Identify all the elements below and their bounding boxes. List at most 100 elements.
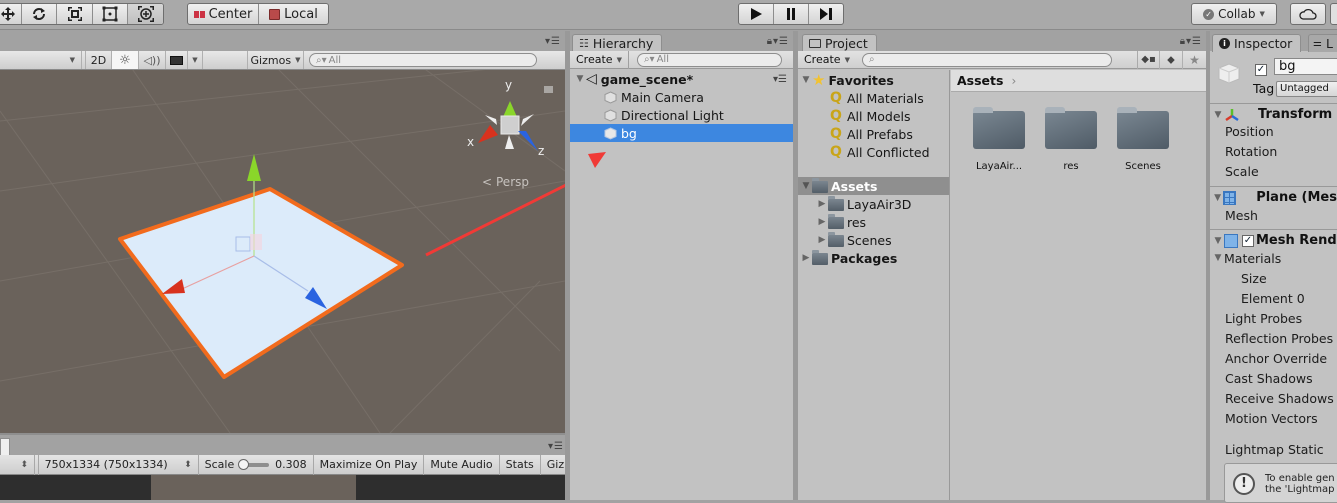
- aspect-dropdown[interactable]: 750x1334 (750x1334) ⬍: [39, 454, 199, 475]
- breadcrumb-assets[interactable]: Assets: [957, 73, 1003, 88]
- asset-folder-row[interactable]: ▶ res: [798, 213, 949, 231]
- expand-triangle-icon[interactable]: ▼: [1212, 110, 1224, 120]
- pivot-center-button[interactable]: Center: [188, 4, 259, 24]
- expand-triangle-icon[interactable]: ▼: [574, 74, 586, 84]
- materials-size-field[interactable]: Size: [1210, 268, 1337, 288]
- scene-search-input[interactable]: ⌕▾ All: [309, 53, 537, 67]
- mesh-renderer-enabled-checkbox[interactable]: ✓: [1242, 234, 1254, 247]
- pivot-local-button[interactable]: Local: [259, 4, 328, 24]
- material-element-field[interactable]: Element 0: [1210, 288, 1337, 308]
- expand-triangle-icon[interactable]: ▼: [1212, 193, 1223, 203]
- expand-triangle-icon[interactable]: ▼: [800, 181, 812, 191]
- active-checkbox[interactable]: ✓: [1255, 61, 1267, 76]
- rotation-field[interactable]: Rotation: [1210, 141, 1337, 161]
- favorite-button[interactable]: ★: [1183, 51, 1206, 69]
- display-dropdown[interactable]: ⬍: [0, 454, 35, 475]
- favorite-item[interactable]: Q All Materials: [798, 89, 949, 107]
- shading-mode-dropdown[interactable]: ▼: [0, 51, 82, 69]
- assets-root-row[interactable]: ▼ Assets: [798, 177, 949, 195]
- favorite-item[interactable]: Q All Conflicted: [798, 143, 949, 161]
- view-orientation-gizmo[interactable]: [478, 101, 538, 151]
- scale-tool-button[interactable]: [57, 4, 93, 24]
- reflection-probes-field[interactable]: Reflection Probes: [1210, 328, 1337, 348]
- collab-dropdown[interactable]: ✓ Collab ▼: [1191, 3, 1277, 25]
- cloud-button[interactable]: [1290, 3, 1326, 25]
- scene-view[interactable]: y x z Persp <: [0, 51, 565, 433]
- collapsed-triangle-icon[interactable]: ▶: [816, 199, 828, 209]
- transform-tool-button[interactable]: [128, 4, 163, 24]
- position-field[interactable]: Position: [1210, 121, 1337, 141]
- grid-folder-item[interactable]: res: [1041, 107, 1101, 172]
- tab-inspector[interactable]: i Inspector: [1212, 34, 1302, 52]
- y-axis-handle[interactable]: [247, 154, 261, 181]
- stats-toggle[interactable]: Stats: [500, 454, 541, 475]
- hierarchy-create-button[interactable]: Create ▼: [570, 50, 629, 69]
- game-gizmos-dropdown[interactable]: Gizmos: [541, 454, 568, 475]
- lock-menu-icon[interactable]: 🔒︎▾☰: [1180, 36, 1202, 47]
- packages-row[interactable]: ▶ Packages: [798, 249, 949, 267]
- asset-folder-row[interactable]: ▶ LayaAir3D: [798, 195, 949, 213]
- 2d-toggle[interactable]: 2D: [86, 51, 112, 69]
- effects-dropdown[interactable]: ▼: [188, 51, 203, 69]
- materials-foldout[interactable]: ▼ Materials: [1210, 248, 1337, 268]
- scale-slider[interactable]: [238, 458, 270, 470]
- expand-triangle-icon[interactable]: ▼: [800, 75, 812, 85]
- hierarchy-search-input[interactable]: ⌕▾ All: [636, 52, 782, 67]
- asset-folder-row[interactable]: ▶ Scenes: [798, 231, 949, 249]
- filter-by-type-button[interactable]: ◆▪: [1137, 50, 1160, 69]
- pause-icon: [787, 8, 795, 20]
- grid-folder-item[interactable]: LayaAir...: [969, 107, 1029, 172]
- favorites-row[interactable]: ▼ ★ Favorites: [798, 71, 949, 89]
- hierarchy-item[interactable]: Directional Light: [570, 106, 793, 124]
- pause-button[interactable]: [774, 4, 809, 24]
- step-button[interactable]: [809, 4, 843, 24]
- lightmap-static-field[interactable]: Lightmap Static: [1210, 439, 1337, 459]
- audio-toggle[interactable]: ◁)): [139, 51, 166, 69]
- lighting-toggle[interactable]: ☼: [112, 51, 139, 69]
- collapsed-triangle-icon[interactable]: ▶: [816, 217, 828, 227]
- maximize-on-play-toggle[interactable]: Maximize On Play: [314, 454, 425, 475]
- favorite-item[interactable]: Q All Models: [798, 107, 949, 125]
- light-probes-field[interactable]: Light Probes: [1210, 308, 1337, 328]
- rotate-tool-button[interactable]: [22, 4, 58, 24]
- filter-by-label-button[interactable]: ⬥: [1160, 50, 1183, 69]
- chevron-right-icon: ›: [1011, 73, 1017, 88]
- move-tool-button[interactable]: [0, 4, 22, 24]
- panel-menu-icon[interactable]: ▾☰: [545, 36, 561, 47]
- lock-menu-icon[interactable]: 🔒︎▾☰: [767, 36, 789, 47]
- tab-hierarchy[interactable]: ☷ Hierarchy: [572, 34, 663, 52]
- game-view[interactable]: [0, 475, 568, 500]
- project-create-button[interactable]: Create ▼: [798, 51, 856, 69]
- motion-vectors-field[interactable]: Motion Vectors: [1210, 408, 1337, 428]
- project-search-input[interactable]: ⌕: [861, 52, 1112, 67]
- scene-root-row[interactable]: ▼ ◁ game_scene* ▾☰: [570, 70, 793, 88]
- tab-lighting[interactable]: ⚌ L: [1308, 34, 1337, 52]
- panel-menu-icon[interactable]: ▾☰: [548, 441, 564, 452]
- mesh-field[interactable]: Mesh: [1210, 205, 1337, 225]
- cast-shadows-field[interactable]: Cast Shadows: [1210, 368, 1337, 388]
- account-button[interactable]: [1330, 3, 1337, 25]
- mute-audio-toggle[interactable]: Mute Audio: [424, 454, 500, 475]
- gizmos-dropdown[interactable]: Gizmos ▼: [248, 51, 304, 69]
- gizmo-y-label: y: [505, 78, 512, 92]
- hierarchy-item[interactable]: Main Camera: [570, 88, 793, 106]
- tag-dropdown[interactable]: Untagged: [1276, 81, 1337, 97]
- collapsed-triangle-icon[interactable]: ▶: [800, 253, 812, 263]
- persp-label[interactable]: Persp: [496, 175, 529, 189]
- grid-folder-item[interactable]: Scenes: [1113, 107, 1173, 172]
- lock-icon[interactable]: [544, 86, 553, 93]
- tab-project[interactable]: Project: [802, 34, 877, 52]
- effects-toggle[interactable]: [166, 51, 188, 69]
- object-name-input[interactable]: bg: [1274, 58, 1337, 75]
- anchor-override-field[interactable]: Anchor Override: [1210, 348, 1337, 368]
- scene-menu-icon[interactable]: ▾☰: [773, 74, 787, 85]
- scale-field[interactable]: Scale: [1210, 161, 1337, 181]
- play-button[interactable]: [739, 4, 774, 24]
- scale-slider-thumb[interactable]: [238, 458, 250, 470]
- rect-tool-button[interactable]: [93, 4, 129, 24]
- receive-shadows-field[interactable]: Receive Shadows: [1210, 388, 1337, 408]
- expand-triangle-icon[interactable]: ▼: [1212, 253, 1224, 263]
- expand-triangle-icon[interactable]: ▼: [1212, 236, 1224, 246]
- favorite-item[interactable]: Q All Prefabs: [798, 125, 949, 143]
- collapsed-triangle-icon[interactable]: ▶: [816, 235, 828, 245]
